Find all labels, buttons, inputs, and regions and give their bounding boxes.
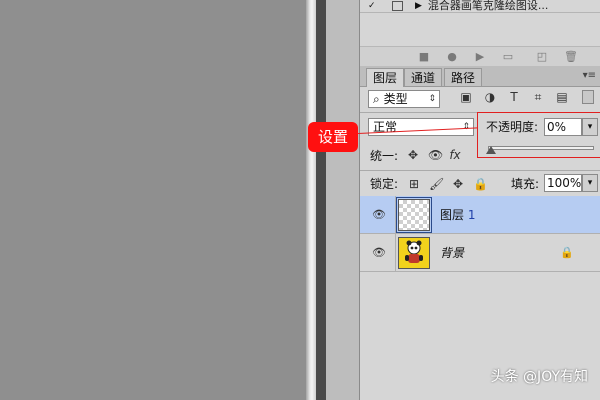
layer-number: 1 [467, 208, 476, 222]
lock-label: 锁定: [370, 177, 399, 191]
lock-brush-icon[interactable]: 🖌 [429, 177, 444, 191]
fill-label: 填充: [511, 177, 540, 191]
record-icon[interactable]: ● [446, 51, 458, 63]
eye-icon[interactable]: 👁 [372, 208, 386, 222]
fill-dropdown-button[interactable]: ▾ [582, 174, 598, 192]
unify-visibility-icon[interactable]: 👁 [428, 148, 443, 162]
snapshot-toggle-icon[interactable] [392, 1, 403, 11]
pixel-filter-icon[interactable]: ▣ [459, 90, 473, 104]
layer-row-layer1[interactable]: 👁 图层 1 [360, 196, 600, 234]
unify-position-icon[interactable]: ✥ [406, 148, 420, 162]
unify-style-icon[interactable]: fx [448, 148, 462, 162]
stop-icon[interactable]: ■ [418, 51, 430, 63]
check-icon[interactable]: ✓ [368, 1, 382, 11]
panel-divider [306, 0, 316, 400]
panel-menu-icon[interactable]: ▾≡ [583, 70, 596, 81]
adjustment-filter-icon[interactable]: ◑ [483, 90, 497, 104]
collapsed-panel-strip [326, 0, 360, 400]
delete-icon[interactable]: 🗑 [564, 51, 578, 63]
lock-move-icon[interactable]: ✥ [451, 177, 465, 191]
lock-icon: 🔒 [560, 246, 574, 259]
layers-panel-dock: ✓ ▶ 混合器画笔克隆绘图设... ■ ● ▶ ▭ ◰ 🗑 图层 通道 路径 ▾… [360, 0, 600, 400]
background-thumbnail[interactable] [398, 237, 430, 269]
blend-mode-select[interactable]: 正常 ⇕ [368, 118, 474, 136]
history-toolbar: ■ ● ▶ ▭ ◰ 🗑 [360, 46, 600, 68]
tab-layers[interactable]: 图层 [366, 68, 405, 87]
fill-input[interactable]: 100% [544, 174, 582, 192]
filter-kind-select[interactable]: ⌕ 类型 ⇕ [368, 90, 440, 108]
shape-filter-icon[interactable]: ⌗ [531, 90, 545, 104]
smart-object-filter-icon[interactable]: ▤ [555, 90, 569, 104]
eye-icon[interactable]: 👁 [372, 246, 386, 260]
dock-separator [316, 0, 326, 400]
folder-icon[interactable]: ▭ [502, 51, 514, 63]
unify-label: 统一: [370, 149, 399, 163]
search-icon: ⌕ [373, 92, 380, 106]
layer-name[interactable]: 背景 [440, 245, 464, 261]
tab-channels[interactable]: 通道 [404, 68, 443, 86]
arrow-icon: ▶ [415, 1, 422, 11]
layer-row-background[interactable]: 👁 背景 🔒 [360, 234, 600, 272]
history-list-area [360, 13, 600, 46]
watermark: 头条 @JOY有知 [490, 369, 588, 385]
lock-all-icon[interactable]: 🔒 [473, 177, 488, 191]
panel-tabs: 图层 通道 路径 ▾≡ [360, 66, 600, 87]
layer-name-text: 图层 [440, 208, 465, 222]
divider [360, 170, 600, 171]
annotation-callout: 设置 [308, 122, 358, 152]
history-item-label: 混合器画笔克隆绘图设... [427, 0, 549, 12]
tab-paths[interactable]: 路径 [444, 68, 483, 86]
document-canvas[interactable] [0, 0, 306, 400]
new-icon[interactable]: ◰ [536, 51, 548, 63]
panda-image-icon [405, 240, 423, 263]
layer-thumbnail[interactable] [396, 197, 432, 233]
filter-toggle-icon[interactable] [582, 90, 594, 104]
lock-transparent-icon[interactable]: ⊞ [407, 177, 421, 191]
filter-kind-label: 类型 [383, 92, 408, 106]
chevron-updown-icon: ⇕ [428, 94, 436, 104]
type-filter-icon[interactable]: T [507, 90, 521, 104]
unify-row: 统一: ✥ 👁 fx [360, 142, 600, 168]
history-item[interactable]: ✓ ▶ 混合器画笔克隆绘图设... [360, 0, 600, 13]
play-icon[interactable]: ▶ [474, 51, 486, 63]
layer-name[interactable]: 图层 1 [440, 207, 475, 223]
